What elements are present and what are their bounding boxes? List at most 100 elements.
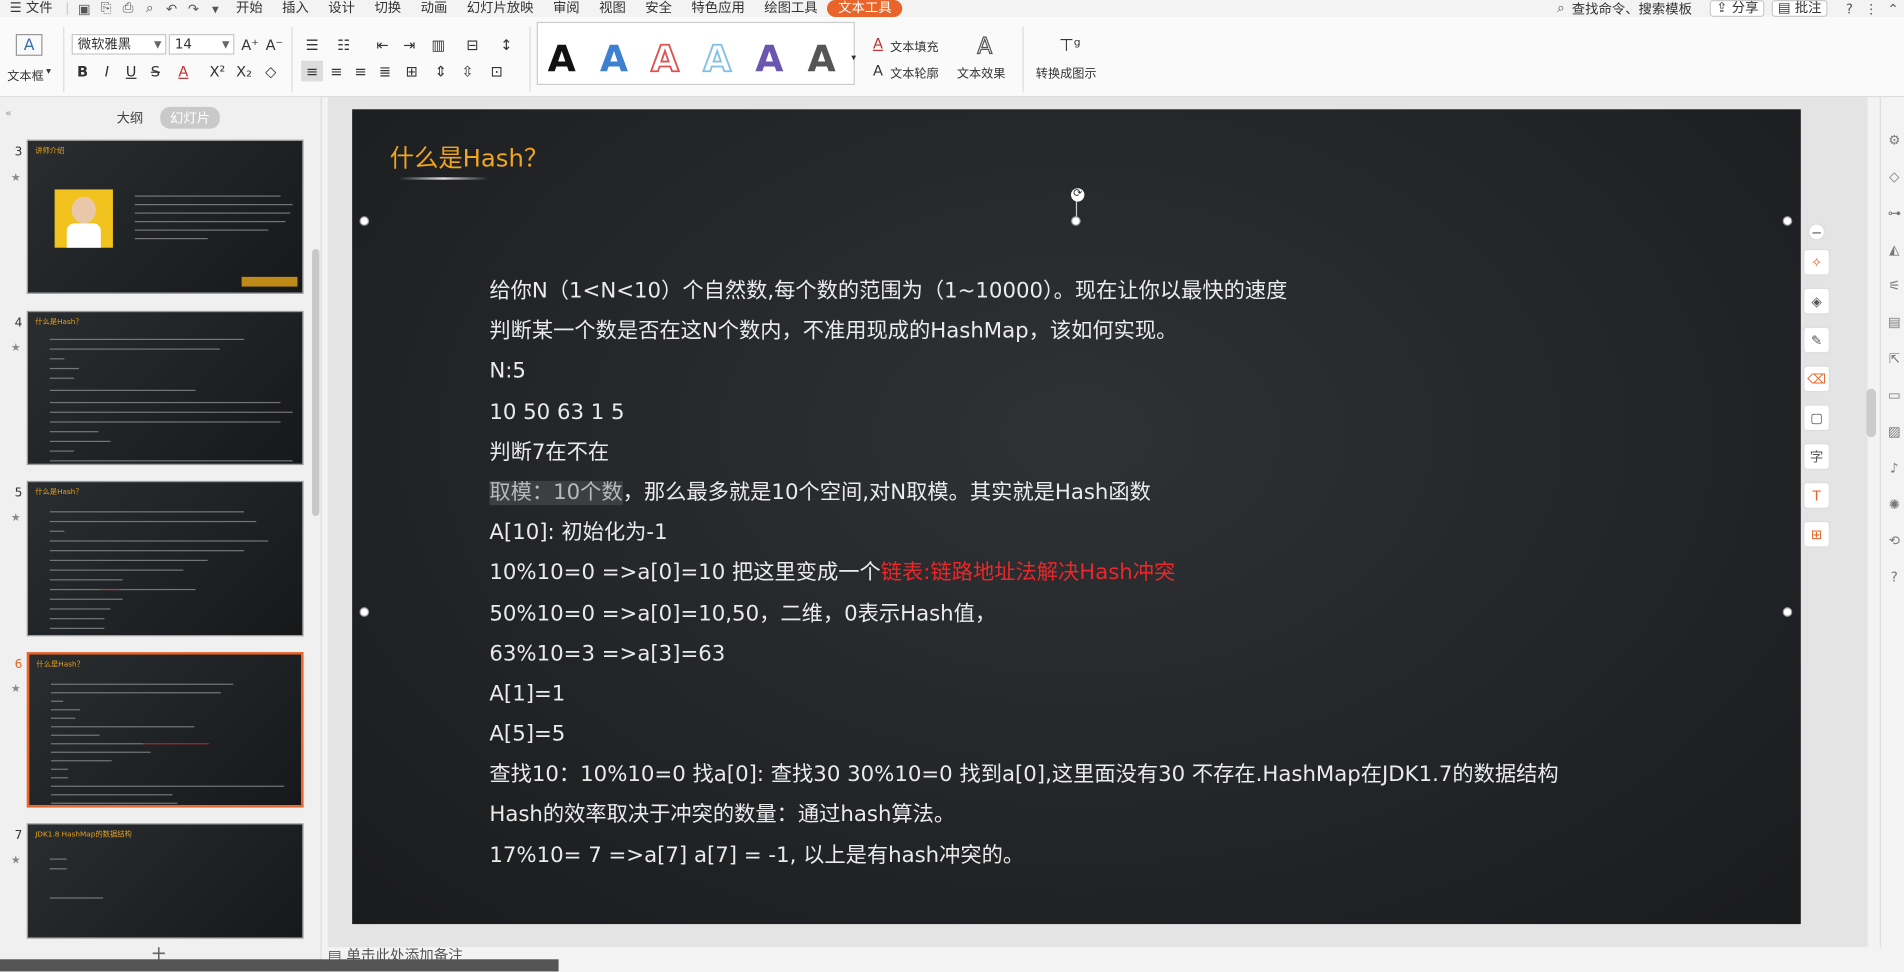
menu-item-features[interactable]: 特色应用	[682, 0, 755, 17]
thumbnail-scrollbar[interactable]	[312, 248, 320, 517]
menu-item-security[interactable]: 安全	[636, 0, 682, 17]
smart-format-icon[interactable]: ✧	[1803, 248, 1830, 276]
help-icon[interactable]: ?	[1841, 1, 1858, 17]
line-spacing-icon[interactable]: ↕	[495, 34, 517, 55]
slide-thumbnail-6[interactable]: 什么是Hash？	[26, 652, 304, 808]
canvas-scrollbar[interactable]	[1866, 388, 1877, 438]
text-style-black[interactable]: A	[548, 39, 576, 82]
resize-handle[interactable]	[1782, 607, 1793, 617]
menu-item-design[interactable]: 设计	[319, 0, 365, 17]
quick-access-dropdown-icon[interactable]: ▾	[207, 1, 224, 17]
diagram-icon[interactable]: ⊞	[1803, 520, 1830, 548]
resize-handle[interactable]	[1071, 216, 1081, 226]
sidebar-settings-icon[interactable]: ⚟	[1886, 277, 1903, 294]
rotate-handle-icon[interactable]: ⟳	[1071, 188, 1085, 202]
menu-item-transition[interactable]: 切换	[365, 0, 411, 17]
justify-icon[interactable]: ≣	[374, 61, 396, 82]
preview-icon[interactable]: ⌕	[141, 0, 158, 16]
distribute-icon[interactable]: ⊞	[401, 61, 423, 82]
text-align-icon[interactable]: ⊡	[486, 61, 508, 82]
columns-icon[interactable]: ▥	[427, 34, 449, 55]
sidebar-gear-icon[interactable]: ⚙	[1886, 131, 1903, 148]
sidebar-help-icon[interactable]: ?	[1886, 568, 1903, 585]
italic-icon[interactable]: I	[97, 61, 116, 82]
slide-text-box[interactable]: 给你N（1<N<10）个自然数,每个数的范围为（1~10000）。现在让你以最快…	[489, 272, 1679, 876]
sidebar-image-icon[interactable]: ▨	[1886, 423, 1903, 440]
sidebar-share-icon[interactable]: ⇱	[1886, 350, 1903, 367]
font-size-select[interactable]: 14 ▼	[168, 34, 235, 55]
textbox-label[interactable]: 文本框	[7, 66, 43, 83]
sidebar-template-icon[interactable]: ▤	[1886, 313, 1903, 330]
sidebar-effect-icon[interactable]: ✺	[1886, 495, 1903, 512]
undo-icon[interactable]: ↶	[163, 1, 180, 17]
share-button[interactable]: ⇪ 分享	[1710, 0, 1765, 18]
more-icon[interactable]: ⋮	[1863, 1, 1880, 17]
character-icon[interactable]: 字	[1803, 443, 1830, 470]
export-icon[interactable]: ⎘	[98, 0, 115, 16]
convert-smartart-label[interactable]: 转换成图示	[1036, 63, 1097, 81]
text-style-lightblue-outline[interactable]: A	[702, 38, 732, 82]
text-fill-icon[interactable]: A	[869, 34, 886, 53]
menu-item-slideshow[interactable]: 幻灯片放映	[457, 0, 543, 17]
resize-handle[interactable]	[359, 216, 370, 226]
comment-button[interactable]: ▤ 批注	[1771, 0, 1828, 18]
sidebar-connect-icon[interactable]: ⊶	[1886, 204, 1903, 221]
text-style-purple[interactable]: A	[755, 39, 783, 82]
text-convert-icon[interactable]: T	[1803, 482, 1830, 509]
paragraph-spacing-icon[interactable]: ⇕	[430, 61, 452, 82]
gallery-more-icon[interactable]: ▾	[848, 49, 860, 66]
sidebar-audio-icon[interactable]: ♪	[1886, 459, 1903, 476]
textbox-icon[interactable]: A	[15, 34, 43, 56]
text-style-gray[interactable]: A	[808, 39, 836, 82]
menu-item-text-tools[interactable]: 文本工具	[827, 0, 903, 18]
increase-indent-icon[interactable]: ⇥	[398, 34, 420, 55]
text-outline-icon[interactable]: A	[869, 61, 886, 80]
align-right-icon[interactable]: ≡	[350, 61, 372, 82]
clear-format-icon[interactable]: ◇	[260, 61, 282, 82]
menu-item-home[interactable]: 开始	[226, 0, 272, 17]
strikethrough-icon[interactable]: S	[146, 61, 165, 82]
numbered-list-icon[interactable]: ☷	[333, 34, 355, 55]
pen-icon[interactable]: ✎	[1803, 326, 1830, 354]
resize-handle[interactable]	[359, 607, 370, 617]
frame-icon[interactable]: ▢	[1803, 404, 1830, 432]
decrease-indent-icon[interactable]: ⇤	[372, 34, 394, 55]
sidebar-fill-icon[interactable]: ◭	[1886, 240, 1903, 257]
align-center-icon[interactable]: ≡	[325, 61, 347, 82]
slide-thumbnail-5[interactable]: 什么是Hash？	[26, 480, 304, 637]
underline-icon[interactable]: U	[121, 61, 140, 82]
sidebar-shape-icon[interactable]: ◇	[1886, 168, 1903, 185]
text-direction-icon[interactable]: ⊟	[461, 34, 483, 55]
font-name-select[interactable]: 微软雅黑 ▼	[71, 34, 167, 55]
sidebar-frame-icon[interactable]: ▭	[1886, 386, 1903, 403]
slide-thumbnail-3[interactable]: 讲师介绍	[26, 139, 304, 294]
collapse-panel-icon[interactable]: «	[2, 107, 14, 122]
slide-thumbnail-7[interactable]: JDK1.8 HashMap的数据结构	[26, 823, 304, 939]
print-icon[interactable]: ⎙	[119, 0, 136, 16]
minimize-float-icon[interactable]: −	[1808, 223, 1826, 241]
layers-icon[interactable]: ◈	[1803, 287, 1830, 315]
slide-thumbnail-4[interactable]: 什么是Hash？	[26, 310, 304, 466]
text-outline-label[interactable]: 文本轮廓	[890, 63, 939, 81]
redo-icon[interactable]: ↷	[185, 1, 202, 17]
bold-icon[interactable]: B	[73, 61, 92, 82]
convert-smartart-icon[interactable]: ⊤ᵍ	[1056, 34, 1083, 58]
text-style-red-outline[interactable]: A	[650, 38, 680, 82]
menu-item-view[interactable]: 视图	[589, 0, 635, 17]
text-style-blue[interactable]: A	[600, 39, 628, 82]
menu-file[interactable]: ☰ 文件	[0, 0, 62, 17]
tab-slides[interactable]: 幻灯片	[160, 106, 220, 129]
slide-title[interactable]: 什么是Hash？	[390, 138, 548, 173]
increase-font-icon[interactable]: A⁺	[240, 34, 259, 55]
text-fill-label[interactable]: 文本填充	[890, 36, 939, 54]
collapse-ribbon-icon[interactable]: ⌃	[1885, 1, 1902, 17]
notes-field[interactable]: ▤ 单击此处添加备注	[328, 945, 463, 966]
vertical-align-icon[interactable]: ⇳	[457, 61, 479, 82]
superscript-icon[interactable]: X²	[206, 61, 228, 82]
align-left-icon[interactable]: ≡	[301, 60, 324, 82]
sidebar-history-icon[interactable]: ⟲	[1886, 532, 1903, 549]
menu-item-drawing-tools[interactable]: 绘图工具	[755, 0, 828, 17]
resize-handle[interactable]	[1782, 216, 1793, 226]
menu-item-review[interactable]: 审阅	[543, 0, 589, 17]
tab-outline[interactable]: 大纲	[107, 107, 153, 129]
